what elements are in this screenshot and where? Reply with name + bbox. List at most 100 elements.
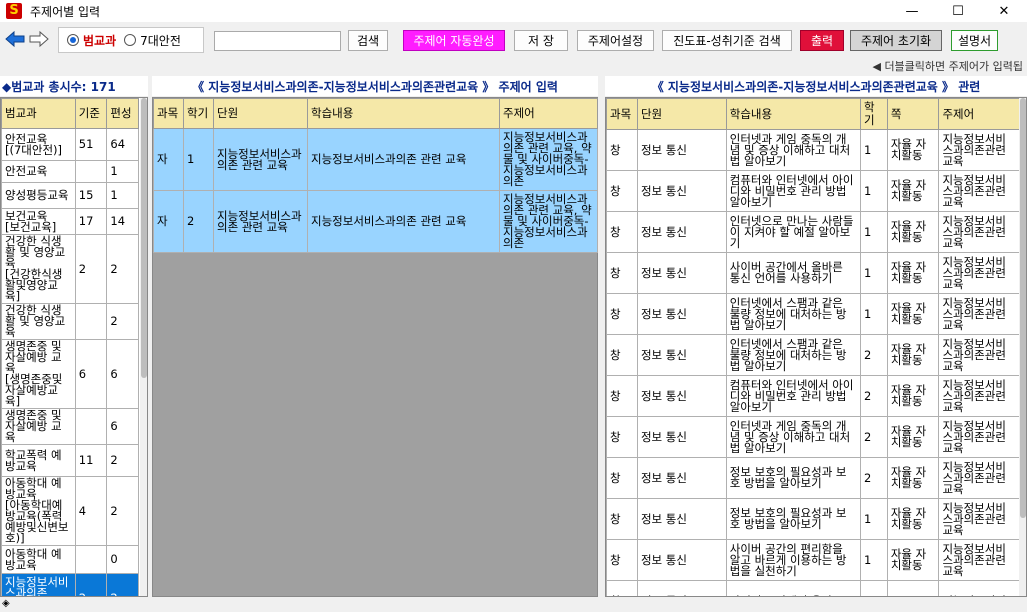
table-row[interactable]: 생명존중 및 자살예방 교육 6 bbox=[1, 408, 139, 445]
planned-hours-cell: 2 bbox=[106, 573, 139, 596]
col-header-category[interactable]: 범교과 bbox=[1, 98, 76, 129]
left-scrollbar[interactable] bbox=[140, 98, 147, 596]
table-row[interactable]: 보건교육 [보건교육] 17 14 bbox=[1, 208, 139, 235]
col-header-unit[interactable]: 단원 bbox=[213, 98, 308, 129]
col-header-content[interactable]: 학습내용 bbox=[307, 98, 500, 129]
table-row[interactable]: 아동학대 예방교육 [아동학대예방교육(폭력예방및신변보호)] 4 2 bbox=[1, 476, 139, 546]
search-input[interactable] bbox=[214, 31, 341, 51]
page-cell: 자율 자치활동 bbox=[886, 334, 940, 376]
keyword-cell: 지능정보서비스과의존 관련 교육, 약물 및 사이버중독-지능정보서비스과의존 bbox=[499, 190, 598, 253]
term-cell: 1 bbox=[859, 498, 888, 540]
back-arrow-icon[interactable] bbox=[5, 30, 25, 48]
term-cell bbox=[859, 580, 888, 596]
col-header-subject[interactable]: 과목 bbox=[606, 98, 638, 130]
keyword-cell: 지능정보서비스과의존관련교육 bbox=[938, 170, 1020, 212]
col-header-keyword[interactable]: 주제어 bbox=[499, 98, 598, 129]
right-scrollbar[interactable] bbox=[1019, 98, 1026, 596]
category-name-cell: 보건교육 [보건교육] bbox=[1, 208, 76, 235]
page-cell: 자율 자치활동 bbox=[886, 129, 940, 171]
table-row[interactable]: 창 정보 통신 컴퓨터와 인터넷에서 아이디와 비밀번호 관리 방법 알아보기 1 자율… bbox=[606, 170, 1020, 212]
mid-grid: 과목 학기 단원 학습내용 주제어 자 1 지능정보서비스과의존 관련 교육 지능정보… bbox=[152, 97, 598, 597]
table-row[interactable]: 생명존중 및 자살예방 교육 [생명존중및자살예방교육] 6 6 bbox=[1, 339, 139, 409]
table-row[interactable]: 건강한 식생활 및 영양교육 2 bbox=[1, 303, 139, 340]
close-icon[interactable]: ✕ bbox=[981, 0, 1027, 22]
col-header-page[interactable]: 쪽 bbox=[886, 98, 940, 130]
table-row[interactable]: 창 정보 통신 정보 보호의 필요성과 보호 방법을 알아보기 2 자율 자치활동 지능정… bbox=[606, 457, 1020, 499]
term-cell: 2 bbox=[859, 416, 888, 458]
col-header-term[interactable]: 학기 bbox=[183, 98, 214, 129]
keyword-cell: 지능정보서비스과의존관련교육 bbox=[938, 457, 1020, 499]
col-header-subject[interactable]: 과목 bbox=[153, 98, 184, 129]
print-button[interactable]: 출력 bbox=[800, 30, 844, 51]
left-panel-title: ◆범교과 총시수: 171 bbox=[0, 76, 148, 96]
base-hours-cell: 51 bbox=[74, 128, 108, 161]
save-button[interactable]: 저 장 bbox=[514, 30, 568, 51]
table-row[interactable]: 창정보 통신사이버 공간에서 올바 지능정보서비 bbox=[606, 580, 1020, 596]
table-row[interactable]: 자 1 지능정보서비스과의존 관련 교육 지능정보서비스과의존 관련 교육 지능정보서비… bbox=[153, 128, 598, 191]
base-hours-cell: 17 bbox=[74, 208, 108, 235]
left-scroll-thumb[interactable] bbox=[141, 98, 147, 378]
table-row[interactable]: 자 2 지능정보서비스과의존 관련 교육 지능정보서비스과의존 관련 교육 지능정보서비… bbox=[153, 190, 598, 253]
table-row[interactable]: 건강한 식생활 및 영양교육 [건강한식생활및영양교육] 2 2 bbox=[1, 234, 139, 304]
unit-cell: 정보 통신 bbox=[636, 334, 727, 376]
forward-arrow-icon[interactable] bbox=[29, 30, 49, 48]
col-header-plan[interactable]: 편성 bbox=[106, 98, 139, 129]
term-cell: 2 bbox=[859, 457, 888, 499]
radio-cross-curricular[interactable] bbox=[67, 34, 79, 46]
subject-cell: 창 bbox=[606, 498, 638, 540]
table-row[interactable]: 지능정보서비스과의존 [지능정보서비스과의존22 bbox=[1, 573, 139, 596]
subject-cell: 창 bbox=[606, 375, 638, 417]
table-row[interactable]: 창 정보 통신 인터넷과 게임 중독의 개념 및 증상 이해하고 대처법 알아보기 1… bbox=[606, 129, 1020, 171]
keyword-cell: 지능정보서비스과의존관련교육 bbox=[938, 375, 1020, 417]
radio-seven-safety-label: 7대안전 bbox=[140, 33, 181, 48]
minimize-icon[interactable]: — bbox=[889, 0, 935, 22]
table-row[interactable]: 안전교육 [(7대안전)] 51 64 bbox=[1, 128, 139, 161]
page-cell: 자율 자치활동 bbox=[886, 539, 940, 581]
category-name-cell: 양성평등교육 bbox=[1, 182, 76, 209]
table-row[interactable]: 창 정보 통신 정보 보호의 필요성과 보호 방법을 알아보기 1 자율 자치활동 지능정… bbox=[606, 498, 1020, 540]
category-name-cell: 안전교육 [(7대안전)] bbox=[1, 128, 76, 161]
progress-search-button[interactable]: 진도표-성취기준 검색 bbox=[662, 30, 792, 51]
table-row[interactable]: 창 정보 통신 인터넷과 게임 중독의 개념 및 증상 이해하고 대처법 알아보기 2… bbox=[606, 416, 1020, 458]
term-cell: 2 bbox=[859, 334, 888, 376]
term-cell: 1 bbox=[859, 129, 888, 171]
planned-hours-cell: 6 bbox=[106, 408, 139, 445]
col-header-base[interactable]: 기준 bbox=[74, 98, 108, 129]
right-scroll-thumb[interactable] bbox=[1020, 98, 1026, 518]
table-row[interactable]: 창 정보 통신 인터넷에서 스팸과 같은 불량 정보에 대처하는 방법 알아보기 1 자… bbox=[606, 293, 1020, 335]
maximize-icon[interactable]: ☐ bbox=[935, 0, 981, 22]
subject-cell: 창 bbox=[606, 211, 638, 253]
cross-curricular-table: 범교과 기준 편성 안전교육 [(7대안전)] 51 64 안전교육 1 양성평등교육 15… bbox=[1, 98, 139, 596]
col-header-term[interactable]: 학기 bbox=[859, 98, 888, 130]
page-cell: 자율 자치활동 bbox=[886, 293, 940, 335]
page-cell: 자율 자치활동 bbox=[886, 211, 940, 253]
col-header-keyword[interactable]: 주제어 bbox=[938, 98, 1020, 130]
table-row[interactable]: 창 정보 통신 사이버 공간에서 올바른 통신 언어를 사용하기 1 자율 자치활동 지능… bbox=[606, 252, 1020, 294]
content-cell: 사이버 공간에서 올바 bbox=[725, 580, 861, 596]
planned-hours-cell: 14 bbox=[106, 208, 139, 235]
subject-cell: 창 bbox=[606, 129, 638, 171]
category-name-cell: 건강한 식생활 및 영양교육 [건강한식생활및영양교육] bbox=[1, 234, 76, 304]
reset-keywords-button[interactable]: 주제어 초기화 bbox=[850, 30, 942, 51]
table-row[interactable]: 창 정보 통신 컴퓨터와 인터넷에서 아이디와 비밀번호 관리 방법 알아보기 2 자율… bbox=[606, 375, 1020, 417]
category-name-cell: 안전교육 bbox=[1, 160, 76, 183]
auto-complete-button[interactable]: 주제어 자동완성 bbox=[403, 30, 505, 51]
col-header-unit[interactable]: 단원 bbox=[636, 98, 727, 130]
page-cell: 자율 자치활동 bbox=[886, 375, 940, 417]
keyword-settings-button[interactable]: 주제어설정 bbox=[577, 30, 654, 51]
radio-seven-safety[interactable] bbox=[124, 34, 137, 46]
table-row[interactable]: 학교폭력 예방교육 11 2 bbox=[1, 444, 139, 477]
base-hours-cell: 2 bbox=[74, 234, 108, 304]
table-row[interactable]: 창 정보 통신 인터넷으로 만나는 사람들이 지켜야 할 예절 알아보기 1 자율 자치… bbox=[606, 211, 1020, 253]
manual-button[interactable]: 설명서 bbox=[951, 30, 998, 51]
table-row[interactable]: 안전교육 1 bbox=[1, 160, 139, 183]
keyword-input-table: 과목 학기 단원 학습내용 주제어 자 1 지능정보서비스과의존 관련 교육 지능정보… bbox=[153, 98, 598, 253]
table-row[interactable]: 창 정보 통신 사이버 공간의 편리함을 알고 바르게 이용하는 방법을 실천하기 1… bbox=[606, 539, 1020, 581]
col-header-content[interactable]: 학습내용 bbox=[725, 98, 861, 130]
unit-cell: 지능정보서비스과의존 관련 교육 bbox=[213, 190, 308, 253]
table-row[interactable]: 아동학대 예방교육 0 bbox=[1, 545, 139, 574]
table-row[interactable]: 양성평등교육 15 1 bbox=[1, 182, 139, 209]
table-row[interactable]: 창 정보 통신 인터넷에서 스팸과 같은 불량 정보에 대처하는 방법 알아보기 2 자… bbox=[606, 334, 1020, 376]
search-button[interactable]: 검색 bbox=[348, 30, 388, 51]
base-hours-cell: 6 bbox=[74, 339, 108, 409]
